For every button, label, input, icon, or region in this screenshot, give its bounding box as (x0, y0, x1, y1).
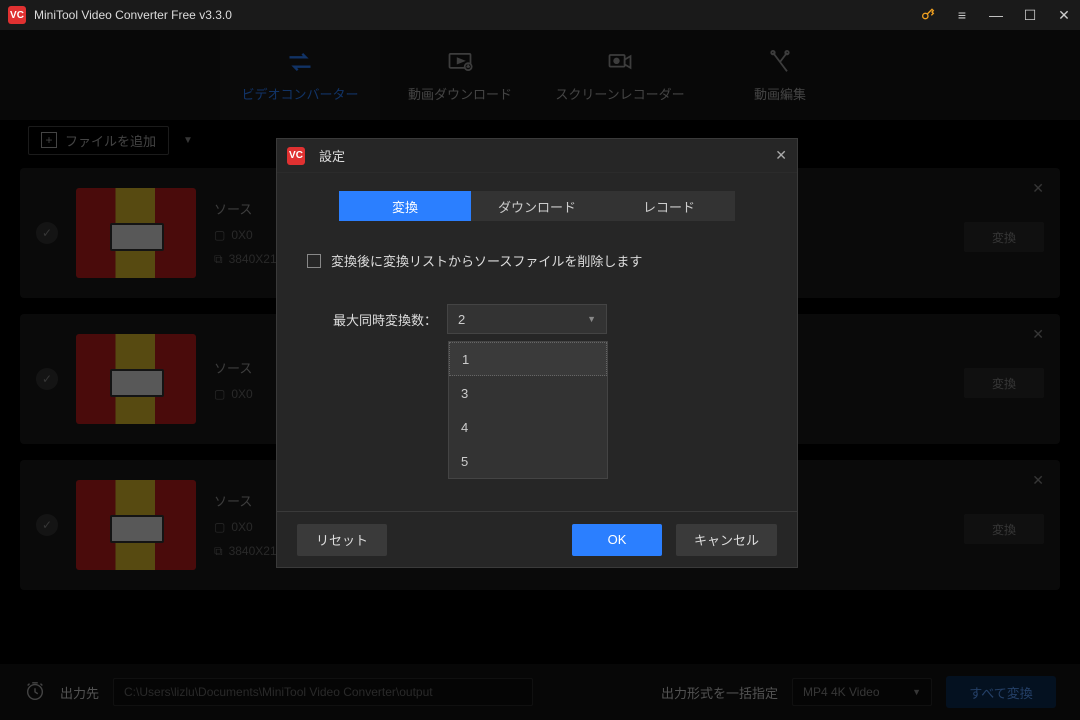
cancel-button[interactable]: キャンセル (676, 524, 777, 556)
close-button[interactable]: ✕ (1056, 7, 1072, 24)
dropdown-option[interactable]: 3 (449, 376, 607, 410)
dialog-close-button[interactable]: ✕ (775, 147, 787, 164)
titlebar: VC MiniTool Video Converter Free v3.3.0 … (0, 0, 1080, 30)
minimize-button[interactable]: — (988, 7, 1004, 23)
dropdown-option[interactable]: 4 (449, 410, 607, 444)
maximize-button[interactable]: ☐ (1022, 7, 1038, 24)
app-icon: VC (287, 147, 305, 165)
upgrade-key-icon[interactable] (920, 6, 936, 25)
app-icon: VC (8, 6, 26, 24)
dialog-titlebar: VC 設定 ✕ (277, 139, 797, 173)
dialog-tabs: 変換 ダウンロード レコード (339, 191, 735, 221)
dialog-title: 設定 (319, 146, 775, 165)
settings-dialog: VC 設定 ✕ 変換 ダウンロード レコード 変換後に変換リストからソースファイ… (276, 138, 798, 568)
dialog-tab-record[interactable]: レコード (603, 191, 735, 221)
ok-button[interactable]: OK (572, 524, 662, 556)
max-concurrent-label: 最大同時変換数： (333, 310, 437, 329)
delete-source-label: 変換後に変換リストからソースファイルを削除します (331, 251, 642, 270)
menu-icon[interactable]: ≡ (954, 7, 970, 23)
delete-source-checkbox[interactable] (307, 254, 321, 268)
dialog-tab-download[interactable]: ダウンロード (471, 191, 603, 221)
dropdown-option[interactable]: 5 (449, 444, 607, 478)
reset-button[interactable]: リセット (297, 524, 387, 556)
max-concurrent-select[interactable]: 2 ▼ 1 3 4 5 (447, 304, 607, 334)
dropdown-option[interactable]: 1 (449, 342, 607, 376)
dropdown-list: 1 3 4 5 (448, 341, 608, 479)
chevron-down-icon: ▼ (587, 314, 596, 324)
dialog-tab-convert[interactable]: 変換 (339, 191, 471, 221)
select-value: 2 (458, 312, 465, 327)
app-title: MiniTool Video Converter Free v3.3.0 (34, 8, 920, 22)
